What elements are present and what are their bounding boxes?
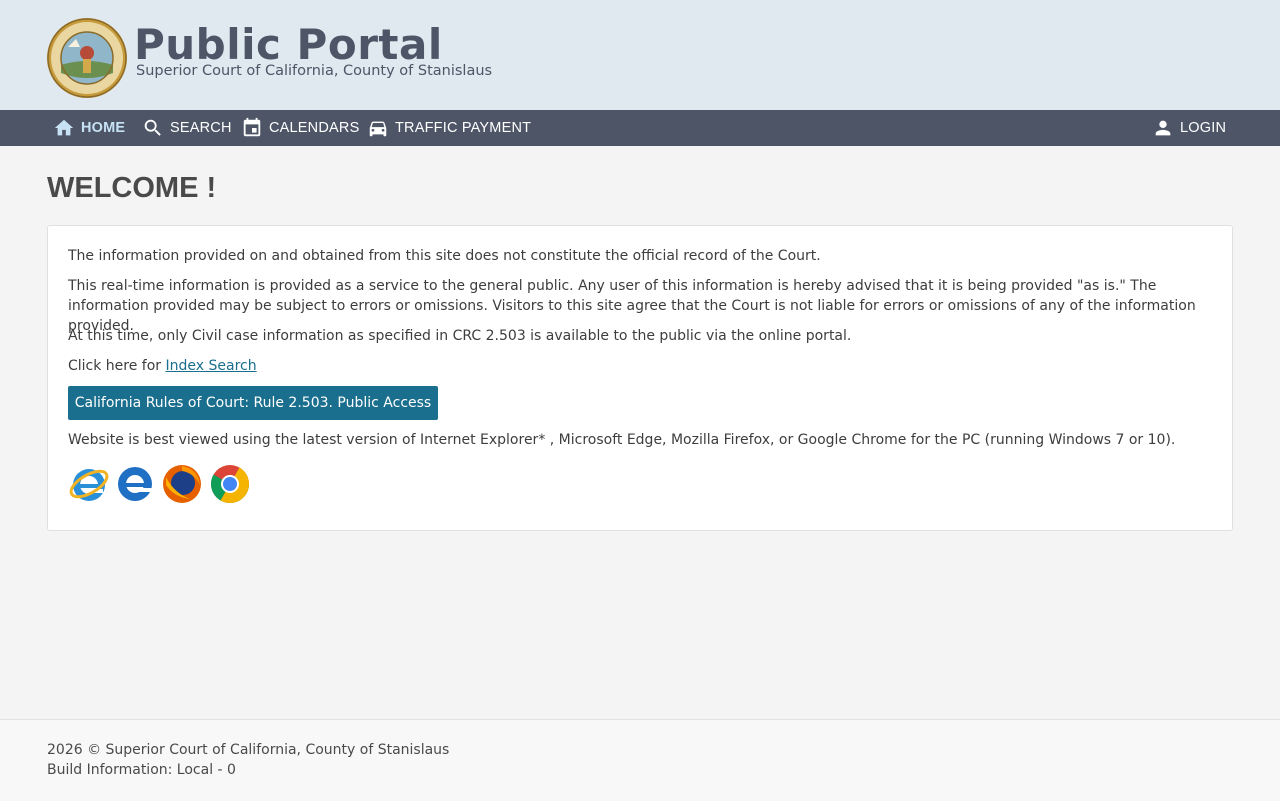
index-search-line: Click here for Index Search — [68, 356, 1208, 376]
footer-build-info: Build Information: Local - 0 — [47, 762, 236, 778]
nav-traffic-payment[interactable]: TRAFFIC PAYMENT — [367, 110, 531, 146]
firefox-icon — [163, 465, 201, 503]
calendar-icon — [243, 117, 261, 137]
browser-icons — [68, 463, 256, 505]
disclaimer-official-record: The information provided on and obtained… — [68, 248, 821, 264]
chrome-icon — [210, 465, 250, 504]
nav-home-label: HOME — [81, 120, 126, 136]
nav-search-label: SEARCH — [170, 120, 232, 136]
browser-note: Website is best viewed using the latest … — [68, 432, 1176, 448]
county-seal-icon — [47, 18, 127, 98]
internet-explorer-icon — [69, 469, 109, 501]
index-search-link[interactable]: Index Search — [166, 358, 257, 374]
edge-icon — [118, 467, 152, 501]
user-icon — [1155, 120, 1171, 136]
site-footer: 2026 © Superior Court of California, Cou… — [0, 719, 1280, 801]
site-header: Public Portal Superior Court of Californ… — [0, 0, 1280, 110]
welcome-panel: The information provided on and obtained… — [47, 225, 1233, 531]
car-icon — [369, 121, 387, 137]
nav-calendars[interactable]: CALENDARS — [241, 110, 359, 146]
footer-copyright: 2026 © Superior Court of California, Cou… — [47, 742, 450, 758]
page-title: WELCOME ! — [47, 172, 217, 204]
home-icon — [54, 119, 74, 136]
nav-traffic-payment-label: TRAFFIC PAYMENT — [395, 120, 532, 136]
nav-home[interactable]: HOME — [53, 110, 125, 146]
nav-login-label: LOGIN — [1180, 120, 1227, 136]
search-icon — [144, 119, 161, 136]
rules-of-court-button[interactable]: California Rules of Court: Rule 2.503. P… — [68, 386, 438, 420]
nav-calendars-label: CALENDARS — [269, 120, 360, 136]
civil-case-info-note: At this time, only Civil case informatio… — [68, 328, 852, 344]
main-nav: HOME SEARCH CALENDARS TRAFFIC PAYMENT LO… — [0, 110, 1280, 146]
nav-search[interactable]: SEARCH — [142, 110, 232, 146]
nav-login[interactable]: LOGIN — [1152, 110, 1226, 146]
portal-subtitle: Superior Court of California, County of … — [136, 63, 493, 79]
index-search-prefix: Click here for — [68, 358, 166, 374]
